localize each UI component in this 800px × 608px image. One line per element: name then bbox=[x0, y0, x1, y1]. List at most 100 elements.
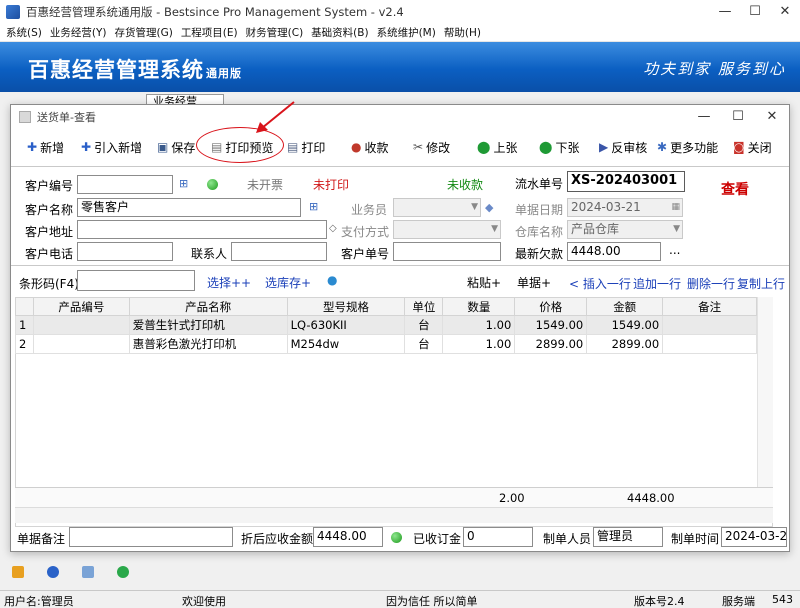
invoice-status: 未开票 bbox=[247, 178, 284, 192]
mode-stamp: 查看 bbox=[721, 182, 749, 198]
import-new-button[interactable]: ✚ 引入新增 bbox=[81, 135, 142, 159]
prev-button[interactable]: ⬤ 上张 bbox=[477, 135, 517, 159]
col-product-code[interactable]: 产品编号 bbox=[32, 297, 130, 316]
customer-code-input[interactable] bbox=[77, 175, 173, 194]
edit-button[interactable]: ✂ 修改 bbox=[413, 135, 450, 159]
next-button[interactable]: ⬤ 下张 bbox=[539, 135, 579, 159]
salesman-label: 业务员 bbox=[351, 203, 388, 217]
menu-finance[interactable]: 财务管理(C) bbox=[246, 25, 304, 40]
document-link[interactable]: 单据+ bbox=[517, 274, 551, 291]
table-row[interactable]: 1 爱普生针式打印机 LQ-630KII 台 1.00 1549.00 1549… bbox=[15, 315, 757, 335]
cell-amount[interactable]: 1549.00 bbox=[586, 315, 664, 335]
cell-qty[interactable]: 1.00 bbox=[442, 334, 516, 354]
barcode-input[interactable] bbox=[77, 270, 195, 291]
paste-link[interactable]: 粘贴+ bbox=[467, 274, 501, 291]
col-model[interactable]: 型号规格 bbox=[286, 297, 406, 316]
doc-date-label: 单据日期 bbox=[515, 203, 564, 217]
customer-order-input[interactable] bbox=[393, 242, 501, 261]
sub-minimize-button[interactable]: — bbox=[687, 105, 721, 129]
menu-projects[interactable]: 工程项目(E) bbox=[181, 25, 238, 40]
menu-inventory[interactable]: 存货管理(G) bbox=[114, 25, 172, 40]
folder-icon[interactable] bbox=[12, 566, 24, 578]
plus-icon: ✚ bbox=[81, 140, 92, 154]
cell-remark[interactable] bbox=[662, 334, 757, 354]
cell-product-name[interactable]: 惠普彩色激光打印机 bbox=[128, 334, 288, 354]
remark-label: 单据备注 bbox=[17, 532, 66, 546]
remark-input[interactable] bbox=[69, 527, 233, 547]
salesman-select[interactable]: ▼ bbox=[393, 198, 481, 217]
make-time-label: 制单时间 bbox=[671, 532, 720, 546]
cell-amount[interactable]: 2899.00 bbox=[586, 334, 664, 354]
monitor-icon[interactable] bbox=[82, 566, 94, 578]
new-button[interactable]: ✚ 新增 bbox=[27, 135, 64, 159]
insert-row-link[interactable]: < 插入一行 bbox=[569, 275, 631, 292]
cell-price[interactable]: 2899.00 bbox=[514, 334, 588, 354]
menu-basic-data[interactable]: 基础资料(B) bbox=[311, 25, 368, 40]
doc-date-input[interactable]: 2024-03-21 ▦ bbox=[567, 198, 683, 217]
payment-method-select[interactable]: ▼ bbox=[393, 220, 501, 239]
contact-label: 联系人 bbox=[191, 247, 228, 261]
horizontal-scrollbar[interactable] bbox=[15, 507, 773, 523]
phone-input[interactable] bbox=[77, 242, 173, 261]
sub-close-button[interactable]: ✕ bbox=[755, 105, 789, 129]
more-functions-button[interactable]: ✱ 更多功能 bbox=[657, 135, 718, 159]
status-extra: 543 bbox=[772, 593, 793, 606]
delete-row-link[interactable]: 删除一行 bbox=[687, 275, 735, 292]
col-remark[interactable]: 备注 bbox=[662, 297, 757, 316]
cell-unit[interactable]: 台 bbox=[404, 315, 444, 335]
customer-code-label: 客户编号 bbox=[25, 179, 74, 193]
items-table: 产品编号 产品名称 型号规格 单位 数量 价格 金额 备注 1 爱普生针式打印机… bbox=[15, 297, 757, 354]
close-window-button[interactable]: ✕ bbox=[770, 0, 800, 24]
col-qty[interactable]: 数量 bbox=[442, 297, 516, 316]
cell-model[interactable]: LQ-630KII bbox=[286, 315, 406, 335]
table-row[interactable]: 2 惠普彩色激光打印机 M254dw 台 1.00 2899.00 2899.0… bbox=[15, 334, 757, 354]
serial-input[interactable]: XS-202403001 bbox=[567, 171, 685, 192]
cell-price[interactable]: 1549.00 bbox=[514, 315, 588, 335]
customer-name-label: 客户名称 bbox=[25, 203, 74, 217]
subwindow-title: 送货单-查看 bbox=[37, 111, 96, 124]
deposit-input: 0 bbox=[463, 527, 533, 547]
collect-button[interactable]: ● 收款 bbox=[351, 135, 389, 159]
cell-product-code[interactable] bbox=[32, 334, 130, 354]
tools-icon: ✂ bbox=[413, 140, 424, 154]
customer-name-input[interactable]: 零售客户 bbox=[77, 198, 301, 217]
append-row-link[interactable]: 追加一行 bbox=[633, 275, 681, 292]
maximize-button[interactable]: ☐ bbox=[740, 0, 770, 24]
col-amount[interactable]: 金额 bbox=[586, 297, 664, 316]
cell-product-code[interactable] bbox=[32, 315, 130, 335]
cell-qty[interactable]: 1.00 bbox=[442, 315, 516, 335]
select-link[interactable]: 选择++ bbox=[207, 274, 251, 291]
eraser-icon[interactable]: ◆ bbox=[485, 201, 493, 214]
vertical-scrollbar[interactable] bbox=[757, 297, 773, 487]
minimize-button[interactable]: — bbox=[710, 0, 740, 24]
sub-maximize-button[interactable]: ☐ bbox=[721, 105, 755, 129]
search-icon[interactable]: ⊞ bbox=[179, 177, 188, 190]
close-button[interactable]: ◙ 关闭 bbox=[733, 135, 772, 159]
cell-unit[interactable]: 台 bbox=[404, 334, 444, 354]
unapprove-button[interactable]: ▶ 反审核 bbox=[599, 135, 647, 159]
total-amount: 4448.00 bbox=[627, 491, 675, 505]
cell-model[interactable]: M254dw bbox=[286, 334, 406, 354]
menu-business[interactable]: 业务经营(Y) bbox=[50, 25, 107, 40]
menu-system[interactable]: 系统(S) bbox=[6, 25, 42, 40]
warehouse-select[interactable]: 产品仓库 ▼ bbox=[567, 220, 683, 239]
contact-input[interactable] bbox=[231, 242, 327, 261]
cell-remark[interactable] bbox=[662, 315, 757, 335]
address-input[interactable] bbox=[77, 220, 327, 239]
cell-product-name[interactable]: 爱普生针式打印机 bbox=[128, 315, 288, 335]
save-button[interactable]: ▣ 保存 bbox=[157, 135, 195, 159]
print-button[interactable]: ▤ 打印 bbox=[287, 135, 325, 159]
menu-help[interactable]: 帮助(H) bbox=[444, 25, 481, 40]
select-stock-link[interactable]: 选库存+ bbox=[265, 274, 311, 291]
make-time-input: 2024-03-21 bbox=[721, 527, 787, 547]
clock-icon[interactable] bbox=[47, 566, 59, 578]
col-price[interactable]: 价格 bbox=[514, 297, 588, 316]
menu-maintenance[interactable]: 系统维护(M) bbox=[377, 25, 436, 40]
copy-row-link[interactable]: 复制上行 bbox=[737, 275, 785, 292]
globe-icon[interactable]: ● bbox=[327, 273, 337, 287]
more-ellipsis-button[interactable]: ... bbox=[669, 243, 680, 257]
search-icon[interactable]: ⊞ bbox=[309, 200, 318, 213]
col-unit[interactable]: 单位 bbox=[404, 297, 444, 316]
col-product-name[interactable]: 产品名称 bbox=[128, 297, 288, 316]
refresh-icon[interactable] bbox=[117, 566, 129, 578]
